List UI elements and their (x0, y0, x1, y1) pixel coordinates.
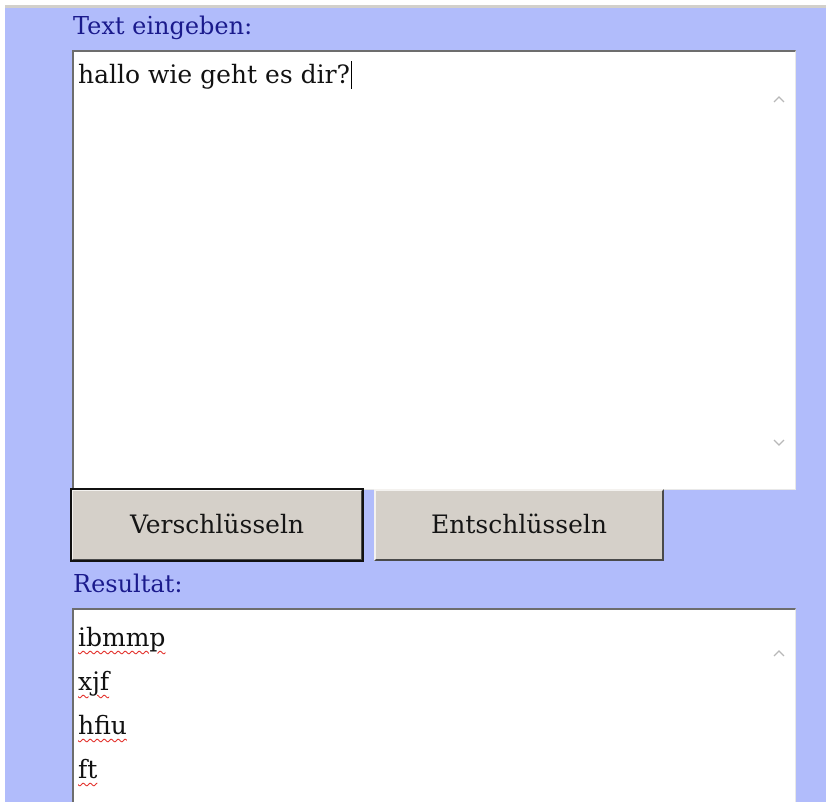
input-textarea[interactable]: hallo wie geht es dir? (72, 50, 796, 490)
page: Text eingeben: hallo wie geht es dir? Ve… (0, 0, 826, 802)
result-line-3: hfiu (78, 704, 165, 748)
encrypt-button[interactable]: Verschlüsseln (70, 488, 364, 562)
chevron-down-icon[interactable] (773, 436, 785, 448)
input-label: Text eingeben: (73, 12, 253, 40)
chevron-up-icon[interactable] (773, 648, 785, 660)
result-line-1-text: ibmmp (78, 623, 166, 652)
input-value: hallo wie geht es dir? (78, 60, 350, 89)
input-text[interactable]: hallo wie geht es dir? (78, 60, 352, 89)
result-line-3-text: hfiu (78, 711, 127, 740)
result-line-2-text: xjf (78, 667, 110, 696)
result-line-2: xjf (78, 660, 165, 704)
result-line-4: ft (78, 748, 165, 792)
result-textarea[interactable]: ibmmp xjf hfiu ft (72, 608, 796, 802)
decrypt-button[interactable]: Entschlüsseln (374, 489, 664, 561)
result-line-4-text: ft (78, 755, 98, 784)
text-caret (350, 61, 352, 89)
result-content[interactable]: ibmmp xjf hfiu ft (78, 616, 165, 792)
chevron-up-icon[interactable] (773, 94, 785, 106)
input-scrollbar[interactable] (759, 52, 795, 489)
result-line-1: ibmmp (78, 616, 165, 660)
result-scrollbar[interactable] (759, 610, 795, 802)
result-label: Resultat: (73, 570, 183, 598)
